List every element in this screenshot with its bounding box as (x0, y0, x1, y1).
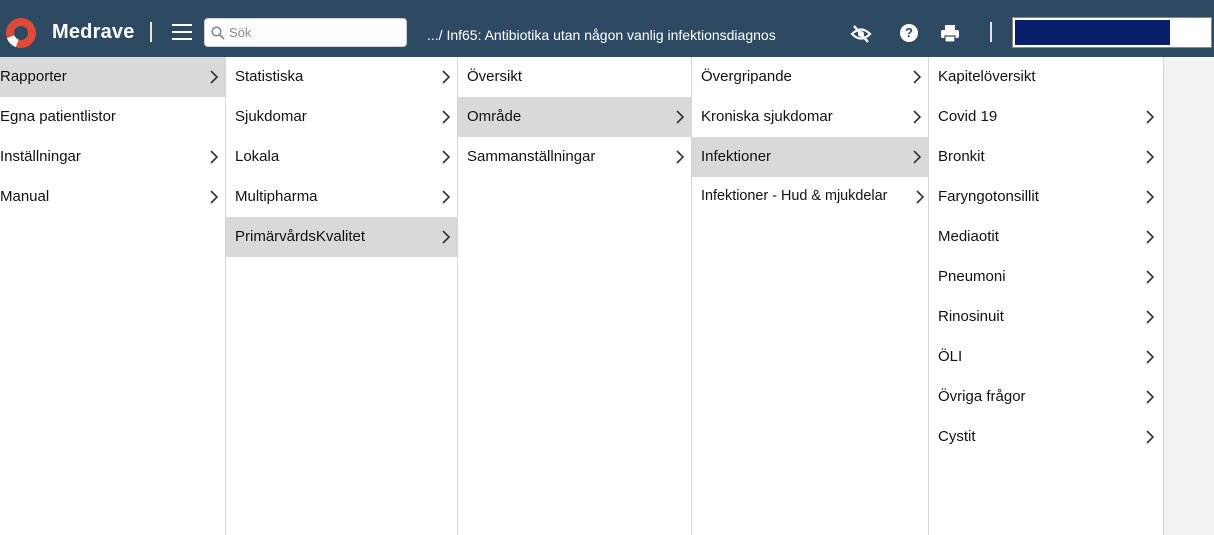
menu-item-faryngotonsillit[interactable]: Faryngotonsillit (929, 177, 1163, 217)
menu-item-label: Övriga frågor (938, 388, 1026, 405)
chevron-right-icon (442, 150, 451, 164)
menu-item-label: Cystit (938, 428, 976, 445)
chevron-right-icon (1146, 270, 1155, 284)
top-bar: Medrave .../ Inf65: Antibiotika utan någ… (0, 0, 1214, 57)
chevron-right-icon (1146, 230, 1155, 244)
menu-item-label: ÖLI (938, 348, 963, 365)
menu-item-label: Statistiska (235, 68, 304, 85)
menu-item-infektioner-hud-mjukdelar[interactable]: Infektioner - Hud & mjukdelar (692, 177, 928, 217)
menu-column-4: Övergripande Kroniska sjukdomar Infektio… (692, 57, 929, 535)
menu-item-label: Inställningar (0, 148, 81, 165)
menu-item-sjukdomar[interactable]: Sjukdomar (226, 97, 457, 137)
menu-item-oversikt[interactable]: Översikt (458, 57, 691, 97)
chevron-right-icon (676, 110, 685, 124)
user-field-redacted (1015, 20, 1170, 45)
menu-item-label: Covid 19 (938, 108, 998, 125)
menu-item-label: Infektioner (701, 148, 772, 165)
menu-item-cystit[interactable]: Cystit (929, 417, 1163, 457)
menu-item-multipharma[interactable]: Multipharma (226, 177, 457, 217)
menu-item-ovriga-fragor[interactable]: Övriga frågor (929, 377, 1163, 417)
chevron-right-icon (442, 110, 451, 124)
menu-item-rapporter[interactable]: Rapporter (0, 57, 225, 97)
chevron-right-icon (1146, 390, 1155, 404)
hamburger-menu-icon[interactable] (172, 24, 192, 40)
menu-column-2: Statistiska Sjukdomar Lokala Multipharma… (226, 57, 458, 535)
help-icon[interactable]: ? (900, 24, 918, 42)
menu-item-mediaotit[interactable]: Mediaotit (929, 217, 1163, 257)
menu-item-infektioner[interactable]: Infektioner (692, 137, 928, 177)
chevron-right-icon (210, 190, 219, 204)
hide-eye-icon[interactable] (850, 24, 872, 44)
menu-item-label: Område (467, 108, 522, 125)
menu-item-pneumoni[interactable]: Pneumoni (929, 257, 1163, 297)
header-divider (990, 22, 992, 42)
print-icon[interactable] (940, 24, 960, 43)
chevron-right-icon (916, 190, 925, 204)
brand-name[interactable]: Medrave (52, 21, 135, 44)
menu-item-label: PrimärvårdsKvalitet (235, 228, 366, 245)
menu-item-egna-patientlistor[interactable]: Egna patientlistor (0, 97, 225, 137)
menu-item-rinosinuit[interactable]: Rinosinuit (929, 297, 1163, 337)
menu-item-bronkit[interactable]: Bronkit (929, 137, 1163, 177)
content-background (1164, 57, 1214, 535)
menu-item-installningar[interactable]: Inställningar (0, 137, 225, 177)
breadcrumb: .../ Inf65: Antibiotika utan någon vanli… (427, 27, 776, 43)
search-input[interactable] (229, 22, 399, 43)
chevron-right-icon (1146, 110, 1155, 124)
menu-item-label: Egna patientlistor (0, 108, 116, 125)
chevron-right-icon (913, 70, 922, 84)
search-box[interactable] (204, 18, 407, 47)
menu-item-label: Rapporter (0, 68, 67, 85)
menu-item-label: Sammanställningar (467, 148, 596, 165)
menu-item-label: Faryngotonsillit (938, 188, 1039, 205)
menu-item-statistiska[interactable]: Statistiska (226, 57, 457, 97)
menu-item-label: Översikt (467, 68, 523, 85)
chevron-right-icon (676, 150, 685, 164)
menu-column-3: Översikt Område Sammanställningar (458, 57, 692, 535)
menu-item-label: Bronkit (938, 148, 985, 165)
menu-item-kapiteloversikt[interactable]: Kapitelöversikt (929, 57, 1163, 97)
menu-item-label: Infektioner - Hud & mjukdelar (701, 188, 888, 204)
chevron-right-icon (913, 150, 922, 164)
chevron-right-icon (1146, 350, 1155, 364)
menu-item-oli[interactable]: ÖLI (929, 337, 1163, 377)
menu-item-covid-19[interactable]: Covid 19 (929, 97, 1163, 137)
menu-item-manual[interactable]: Manual (0, 177, 225, 217)
menu-item-primarvardskvalitet[interactable]: PrimärvårdsKvalitet (226, 217, 457, 257)
chevron-right-icon (442, 190, 451, 204)
chevron-right-icon (1146, 190, 1155, 204)
menu-item-label: Pneumoni (938, 268, 1006, 285)
menu-item-label: Lokala (235, 148, 280, 165)
medrave-logo-icon[interactable] (6, 18, 36, 48)
chevron-right-icon (1146, 150, 1155, 164)
chevron-right-icon (1146, 430, 1155, 444)
chevron-right-icon (210, 70, 219, 84)
menu-item-label: Kroniska sjukdomar (701, 108, 833, 125)
menu-column-1: Rapporter Egna patientlistor Inställning… (0, 57, 226, 535)
menu-item-lokala[interactable]: Lokala (226, 137, 457, 177)
menu-column-5: Kapitelöversikt Covid 19 Bronkit Faryngo… (929, 57, 1164, 535)
menu-item-label: Sjukdomar (235, 108, 307, 125)
user-field[interactable] (1012, 17, 1212, 48)
chevron-right-icon (210, 150, 219, 164)
search-icon (211, 26, 225, 40)
menu-item-label: Mediaotit (938, 228, 999, 245)
chevron-right-icon (442, 230, 451, 244)
chevron-right-icon (1146, 310, 1155, 324)
header-divider (150, 22, 152, 42)
menu-item-overgripande[interactable]: Övergripande (692, 57, 928, 97)
menu-item-label: Rinosinuit (938, 308, 1004, 325)
menu-item-label: Kapitelöversikt (938, 68, 1036, 85)
menu-item-label: Multipharma (235, 188, 318, 205)
menu-item-label: Manual (0, 188, 50, 205)
menu-item-omrade[interactable]: Område (458, 97, 691, 137)
chevron-right-icon (442, 70, 451, 84)
menu-item-label: Övergripande (701, 68, 792, 85)
menu-item-kroniska-sjukdomar[interactable]: Kroniska sjukdomar (692, 97, 928, 137)
chevron-right-icon (913, 110, 922, 124)
menu-item-sammanstallningar[interactable]: Sammanställningar (458, 137, 691, 177)
